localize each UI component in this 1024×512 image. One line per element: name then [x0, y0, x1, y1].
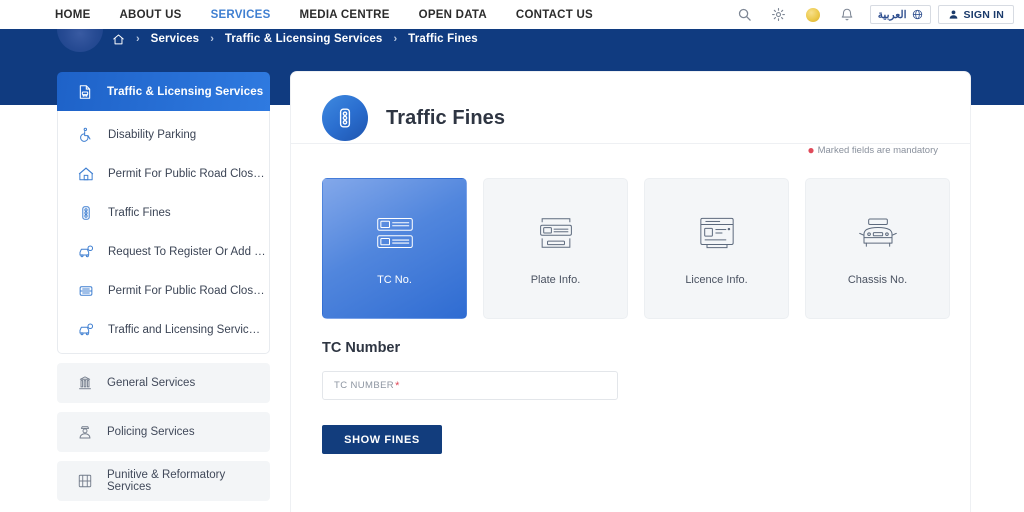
form-section-label: TC Number [322, 340, 401, 356]
globe-icon [912, 9, 922, 20]
breadcrumb-separator: › [210, 33, 214, 45]
required-marker: * [395, 379, 400, 392]
traffic-light-icon [76, 203, 95, 222]
vehicle-register-icon [76, 242, 95, 261]
sidebar-group-general-services[interactable]: General Services [57, 363, 270, 403]
sidebar: Traffic & Licensing Services Disability … [57, 72, 270, 501]
sidebar-item-disability-parking[interactable]: Disability Parking [58, 115, 269, 154]
sign-in-label: SIGN IN [963, 8, 1004, 21]
tab-chassis-no[interactable]: Chassis No. [805, 178, 950, 319]
sidebar-group-label: Policing Services [107, 426, 195, 438]
car-front-icon [857, 212, 899, 254]
content-divider [291, 143, 970, 144]
bell-icon [841, 8, 853, 21]
wheelchair-icon [76, 125, 95, 144]
breadcrumb-separator: › [136, 33, 140, 45]
nav-link-home[interactable]: HOME [55, 9, 91, 21]
breadcrumb-home-button[interactable] [112, 33, 125, 51]
nav-link-media-centre[interactable]: MEDIA CENTRE [300, 9, 390, 21]
language-toggle-button[interactable]: العربية [869, 5, 931, 24]
sidebar-group-label: Punitive & Reformatory Services [107, 469, 226, 493]
sidebar-service-list: Disability Parking Permit For Public Roa… [57, 111, 270, 354]
plate-info-icon [536, 212, 576, 254]
sidebar-item-request-register-vehicle[interactable]: Request To Register Or Add Ve... [58, 232, 269, 271]
nav-link-about-us[interactable]: ABOUT US [120, 9, 182, 21]
page-title-icon-badge [322, 95, 368, 141]
licence-card-icon [697, 212, 737, 254]
sidebar-item-label: Disability Parking [108, 128, 197, 141]
sidebar-item-label: Permit For Public Road Closing ... [108, 284, 266, 297]
sidebar-item-permit-public-road-closing-2[interactable]: Permit For Public Road Closing ... [58, 271, 269, 310]
nav-link-services[interactable]: SERVICES [211, 9, 271, 21]
page-header: Traffic Fines [322, 95, 505, 141]
show-fines-button[interactable]: SHOW FINES [322, 425, 442, 454]
top-navigation-bar: HOME ABOUT US SERVICES MEDIA CENTRE OPEN… [0, 0, 1024, 29]
vehicle-register-icon [76, 320, 95, 339]
traffic-light-icon [339, 108, 351, 128]
language-label: العربية [877, 8, 907, 21]
gold-circle-icon [805, 7, 820, 22]
nav-link-contact-us[interactable]: CONTACT US [516, 9, 593, 21]
sign-in-button[interactable]: SIGN IN [937, 5, 1014, 24]
sidebar-item-traffic-licensing-services-p[interactable]: Traffic and Licensing Services P... [58, 310, 269, 349]
double-plate-icon [373, 212, 417, 254]
user-icon [949, 10, 957, 19]
page-title: Traffic Fines [386, 106, 506, 129]
gear-icon [772, 8, 786, 21]
tab-label: Plate Info. [530, 273, 581, 286]
tc-number-input[interactable]: TC NUMBER * [322, 371, 618, 400]
top-nav-utilities: العربية SIGN IN [728, 0, 1014, 29]
nav-link-open-data[interactable]: OPEN DATA [419, 9, 487, 21]
tc-number-placeholder: TC NUMBER [334, 380, 395, 391]
search-button[interactable] [728, 0, 762, 29]
sidebar-group-label: General Services [107, 377, 196, 389]
home-icon [113, 34, 124, 45]
sidebar-item-label: Traffic Fines [108, 206, 171, 219]
document-vehicle-icon [75, 82, 94, 101]
officer-icon [75, 423, 94, 442]
top-nav-links: HOME ABOUT US SERVICES MEDIA CENTRE OPEN… [55, 9, 593, 21]
sidebar-item-traffic-licensing-services[interactable]: Traffic & Licensing Services [57, 72, 270, 111]
breadcrumb-item-traffic-fines[interactable]: Traffic Fines [408, 33, 478, 45]
notifications-button[interactable] [830, 0, 864, 29]
breadcrumb-separator: › [393, 33, 398, 45]
search-method-tabs: TC No. Plate Info. Licence Info. Chassis… [322, 178, 950, 319]
organization-logo [57, 29, 103, 52]
search-icon [739, 8, 752, 21]
sidebar-item-permit-public-road-closing[interactable]: Permit For Public Road Closing [58, 154, 269, 193]
tab-licence-info[interactable]: Licence Info. [644, 178, 789, 319]
tab-plate-info[interactable]: Plate Info. [483, 178, 628, 319]
tab-label: TC No. [377, 273, 412, 286]
mandatory-note-text: Marked fields are mandatory [817, 144, 938, 156]
sidebar-item-traffic-fines[interactable]: Traffic Fines [58, 193, 269, 232]
sidebar-item-label: Traffic and Licensing Services P... [108, 323, 266, 336]
sidebar-item-label: Request To Register Or Add Ve... [108, 245, 266, 258]
tab-tc-no[interactable]: TC No. [322, 178, 467, 319]
settings-button[interactable] [762, 0, 796, 29]
page-root: HOME ABOUT US SERVICES MEDIA CENTRE OPEN… [0, 0, 1024, 512]
road-closing-icon [76, 281, 95, 300]
breadcrumb-item-traffic-licensing[interactable]: Traffic & Licensing Services [225, 33, 383, 45]
mandatory-marker: ● [807, 143, 815, 157]
accessibility-button[interactable] [796, 0, 830, 29]
tab-label: Chassis No. [847, 273, 908, 286]
breadcrumb-item-services[interactable]: Services [151, 33, 200, 45]
sidebar-group-punitive-reformatory-services[interactable]: Punitive & Reformatory Services [57, 461, 270, 501]
sidebar-active-label: Traffic & Licensing Services [107, 85, 264, 98]
jail-icon [75, 472, 94, 491]
tent-icon [76, 164, 95, 183]
building-icon [75, 374, 94, 393]
main-content-card: Traffic Fines ● Marked fields are mandat… [291, 72, 970, 512]
tab-label: Licence Info. [685, 273, 748, 286]
sidebar-item-label: Permit For Public Road Closing [108, 167, 266, 180]
sidebar-group-policing-services[interactable]: Policing Services [57, 412, 270, 452]
mandatory-fields-note: ● Marked fields are mandatory [807, 144, 938, 156]
